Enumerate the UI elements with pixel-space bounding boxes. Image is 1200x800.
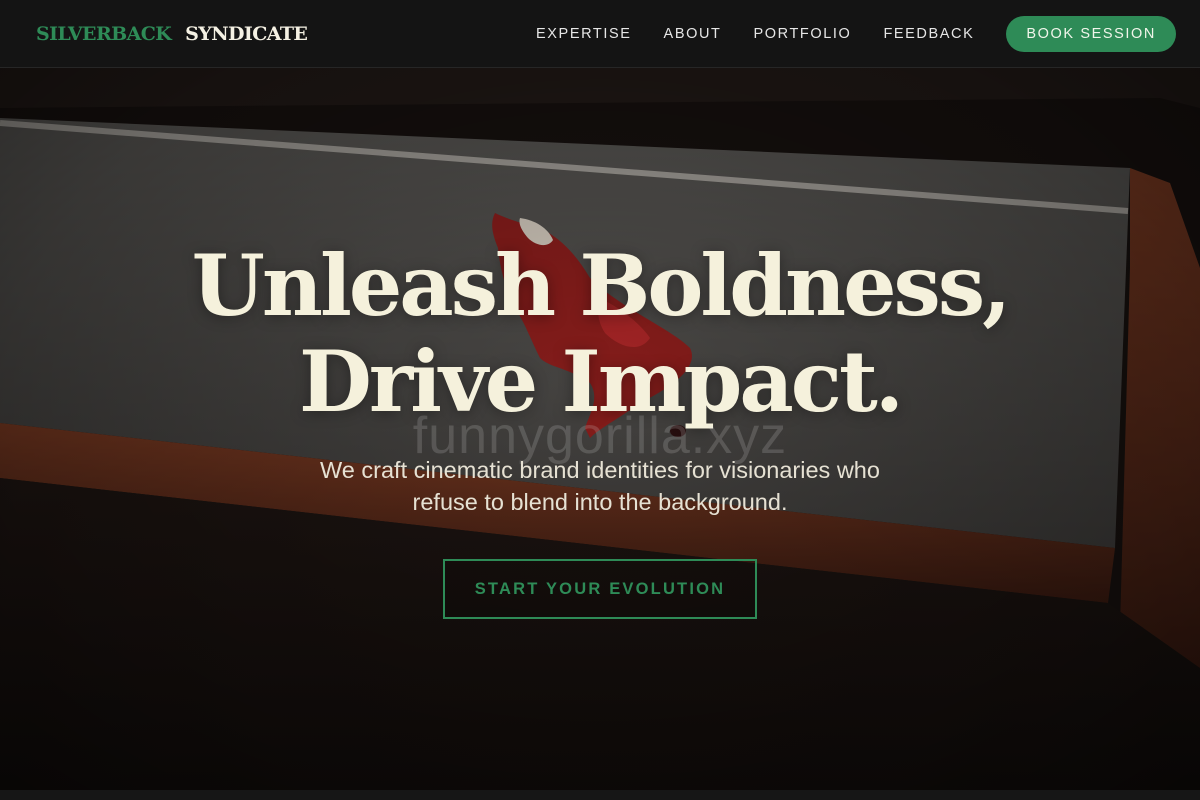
hero-subtitle-line1: We craft cinematic brand identities for … xyxy=(320,457,880,483)
brand-name-part1: SILVERBACK xyxy=(36,22,172,45)
hero-subtitle: We craft cinematic brand identities for … xyxy=(280,454,920,518)
start-your-evolution-button[interactable]: START YOUR EVOLUTION xyxy=(443,559,757,619)
nav-link-feedback[interactable]: FEEDBACK xyxy=(883,26,974,42)
nav-link-about[interactable]: ABOUT xyxy=(664,26,722,42)
hero-headline: Unleash Boldness, Drive Impact. xyxy=(0,238,1200,430)
nav-links: EXPERTISE ABOUT PORTFOLIO FEEDBACK BOOK … xyxy=(504,15,1176,52)
hero-subtitle-line2: refuse to blend into the background. xyxy=(412,489,788,515)
brand-logo[interactable]: SILVERBACK SYNDICATE xyxy=(36,22,308,45)
nav-link-expertise[interactable]: EXPERTISE xyxy=(536,26,632,42)
hero-section: Unleash Boldness, Drive Impact. funnygor… xyxy=(0,68,1200,790)
book-session-button[interactable]: BOOK SESSION xyxy=(1006,15,1176,52)
hero-headline-line1: Unleash Boldness, xyxy=(191,236,1012,335)
hero-content: Unleash Boldness, Drive Impact. funnygor… xyxy=(0,68,1200,790)
nav-link-portfolio[interactable]: PORTFOLIO xyxy=(754,26,852,42)
top-navigation: SILVERBACK SYNDICATE EXPERTISE ABOUT POR… xyxy=(0,0,1200,68)
brand-name-part2: SYNDICATE xyxy=(185,22,308,45)
next-section-edge xyxy=(0,790,1200,800)
